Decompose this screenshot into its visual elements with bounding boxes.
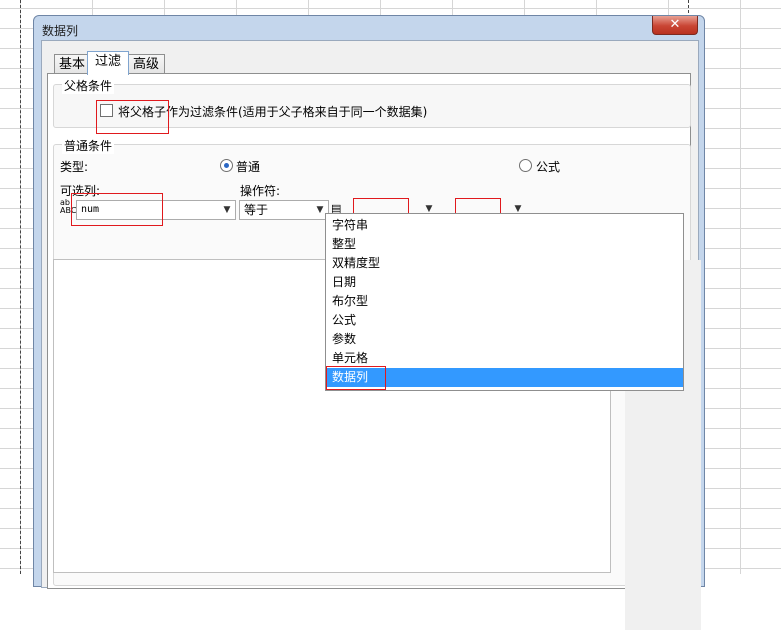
type-normal-label: 普通 <box>236 160 261 174</box>
menu-item-parameter[interactable]: 参数 <box>326 330 683 349</box>
tab-filter[interactable]: 过滤 <box>87 51 129 75</box>
menu-item-formula[interactable]: 公式 <box>326 311 683 330</box>
tab-advanced[interactable]: 高级 <box>127 54 165 74</box>
type-formula-radio[interactable] <box>519 159 532 172</box>
menu-item-date[interactable]: 日期 <box>326 273 683 292</box>
menu-item-string[interactable]: 字符串 <box>326 216 683 235</box>
type-label: 类型: <box>60 160 89 174</box>
chevron-down-icon: ▼ <box>223 205 231 215</box>
operator-select[interactable]: 等于 ▼ <box>239 200 329 220</box>
type-formula-label: 公式 <box>536 160 561 174</box>
menu-item-boolean[interactable]: 布尔型 <box>326 292 683 311</box>
menu-item-integer[interactable]: 整型 <box>326 235 683 254</box>
highlight-box <box>326 366 386 390</box>
close-button[interactable]: ✕ <box>652 16 698 35</box>
highlight-box <box>71 193 163 226</box>
operator-select-value: 等于 <box>244 203 269 217</box>
operator-label: 操作符: <box>240 184 281 198</box>
type-normal-radio[interactable] <box>220 159 233 172</box>
dialog-title: 数据列 <box>42 24 79 38</box>
tab-basic[interactable]: 基本 <box>54 54 90 74</box>
normal-condition-label: 普通条件 <box>62 137 115 154</box>
highlight-box <box>96 100 169 134</box>
page-break-line <box>20 0 21 574</box>
parent-condition-label: 父格条件 <box>62 77 115 94</box>
close-icon: ✕ <box>669 17 681 32</box>
menu-item-double[interactable]: 双精度型 <box>326 254 683 273</box>
value-type-menu: 字符串 整型 双精度型 日期 布尔型 公式 参数 单元格 数据列 <box>325 213 684 391</box>
